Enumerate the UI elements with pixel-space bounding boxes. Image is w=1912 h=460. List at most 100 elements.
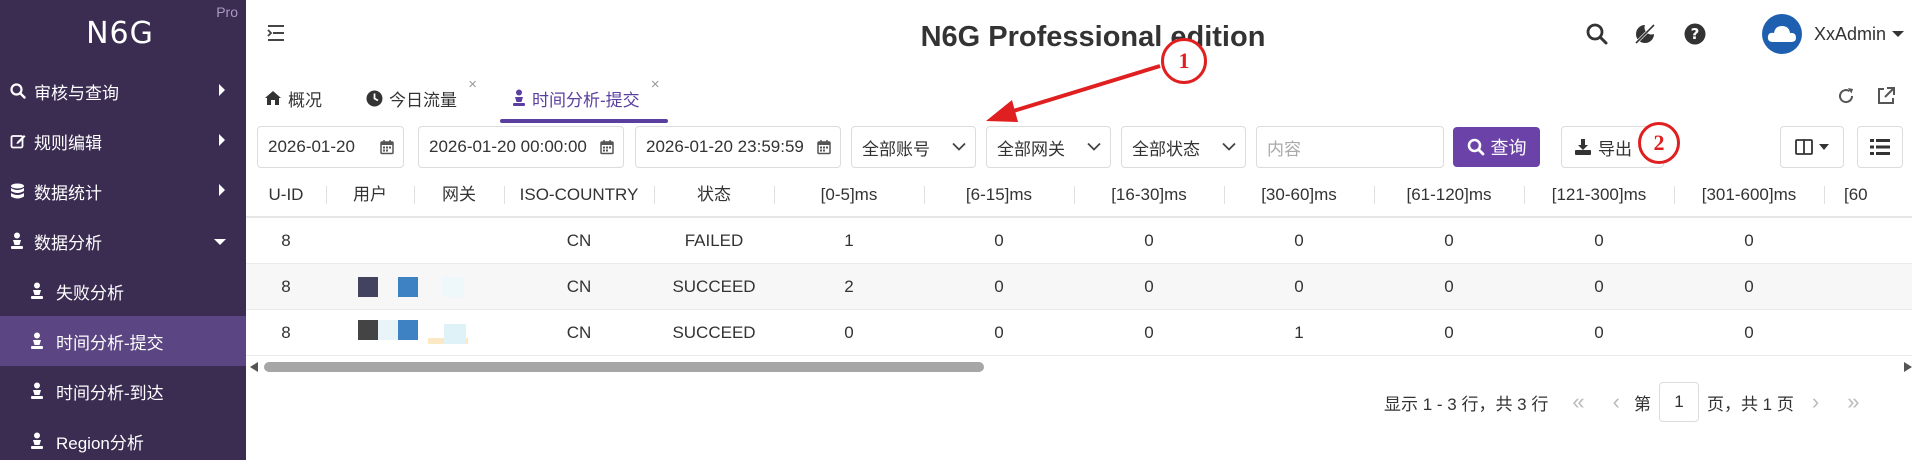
gateway-select[interactable]: 全部网关 [986, 126, 1111, 168]
column-header[interactable]: [16-30]ms [1074, 172, 1224, 218]
end-time-picker[interactable]: 2026-01-20 23:59:59 [635, 126, 841, 168]
cell-bucket: 0 [994, 323, 1004, 342]
column-header[interactable]: 用户 [326, 172, 414, 218]
column-header[interactable]: [121-300]ms [1524, 172, 1674, 218]
columns-toggle-button[interactable] [1780, 126, 1844, 168]
caret-down-icon [1819, 144, 1829, 150]
caret-right-icon [218, 131, 226, 151]
scroll-thumb[interactable] [264, 362, 984, 372]
search-icon [1467, 138, 1485, 156]
page-number-input[interactable]: 1 [1658, 382, 1699, 422]
caret-right-icon [218, 181, 226, 201]
download-icon [1574, 138, 1592, 156]
cell-gateway [414, 310, 504, 356]
cell-bucket: 0 [1144, 277, 1154, 296]
redacted-block [358, 320, 378, 340]
account-select[interactable]: 全部账号 [851, 126, 976, 168]
tab-overview[interactable]: 概况 [264, 74, 322, 122]
column-header[interactable]: 网关 [414, 172, 504, 218]
last-page-icon[interactable]: » [1847, 389, 1859, 415]
user-analysis-icon [30, 382, 56, 400]
horizontal-scrollbar[interactable] [246, 361, 1912, 373]
column-header[interactable]: [0-5]ms [774, 172, 924, 218]
sidebar-subitem-time-analysis-arrive[interactable]: 时间分析-到达 [0, 366, 246, 416]
open-external-icon[interactable] [1876, 86, 1896, 111]
sidebar-subitem-region-analysis[interactable]: Region分析 [0, 416, 246, 460]
column-header[interactable]: ISO-COUNTRY [504, 172, 654, 218]
annotation-marker-1: 1 [1161, 38, 1207, 84]
tab-label: 时间分析-提交 [532, 90, 640, 110]
start-time-picker[interactable]: 2026-01-20 00:00:00 [418, 126, 624, 168]
page-title-text: N6G Professional edition [920, 21, 1266, 53]
column-header[interactable]: [30-60]ms [1224, 172, 1374, 218]
sidebar-item-label: 数据分析 [34, 233, 102, 253]
first-page-icon[interactable]: « [1572, 389, 1584, 415]
sidebar-subitem-time-analysis-submit[interactable]: 时间分析-提交 [0, 316, 246, 366]
list-view-button[interactable] [1857, 126, 1903, 168]
cell-bucket: 0 [1744, 277, 1754, 296]
sidebar-item-label: 规则编辑 [34, 133, 102, 153]
cell-bucket: 0 [1594, 231, 1604, 250]
table-row[interactable]: 8 CN FAILED 1 0 0 0 0 0 0 [246, 218, 1912, 264]
cell-bucket: 0 [844, 323, 854, 342]
table-row[interactable]: 8 CN SUCCEED 0 0 0 1 0 0 0 [246, 310, 1912, 356]
gateway-value: 全部网关 [997, 139, 1065, 159]
close-tab-icon[interactable]: × [651, 76, 660, 93]
sidebar-item-data-analysis[interactable]: 数据分析 [0, 216, 246, 266]
sidebar-item-audit-query[interactable]: 审核与查询 [0, 66, 246, 116]
tab-time-analysis-submit[interactable]: 时间分析-提交 × [512, 74, 660, 122]
cell-bucket: 0 [1294, 277, 1304, 296]
sidebar-item-label: 审核与查询 [34, 83, 119, 103]
cell-user [326, 264, 418, 310]
cell-bucket: 0 [1594, 277, 1604, 296]
table-header: U-ID 用户 网关 ISO-COUNTRY 状态 [0-5]ms [6-15]… [246, 172, 1912, 218]
calendar-icon [600, 140, 614, 155]
tab-today-traffic[interactable]: 今日流量 × [366, 74, 477, 122]
scroll-right-icon[interactable] [1904, 362, 1912, 372]
redacted-block [442, 277, 464, 297]
user-analysis-icon [30, 282, 56, 300]
top-header: N6G Professional edition ? XxAdmin [246, 0, 1912, 70]
date-picker[interactable]: 2026-01-20 [257, 126, 404, 168]
column-header[interactable]: [60 [1824, 172, 1912, 218]
status-select[interactable]: 全部状态 [1121, 126, 1246, 168]
tab-label: 概况 [288, 90, 322, 110]
content-search-input[interactable]: 内容 [1256, 126, 1444, 168]
scroll-left-icon[interactable] [250, 362, 258, 372]
cell-uid: 8 [281, 323, 291, 342]
start-time-value: 2026-01-20 00:00:00 [429, 137, 587, 156]
cell-status: FAILED [684, 231, 744, 250]
refresh-icon[interactable] [1836, 86, 1856, 111]
column-header[interactable]: [61-120]ms [1374, 172, 1524, 218]
next-page-icon[interactable]: › [1812, 389, 1819, 415]
cell-bucket: 1 [1294, 323, 1304, 342]
column-header[interactable]: 状态 [654, 172, 774, 218]
clock-icon [366, 90, 383, 107]
chevron-down-icon [1222, 142, 1236, 152]
sidebar-subitem-label: 失败分析 [56, 283, 124, 303]
column-header[interactable]: [301-600]ms [1674, 172, 1824, 218]
search-icon [10, 83, 32, 99]
column-header[interactable]: [6-15]ms [924, 172, 1074, 218]
app-logo[interactable]: N6G [86, 16, 154, 51]
user-analysis-icon [10, 232, 32, 250]
cell-bucket: 1 [844, 231, 854, 250]
sidebar-item-data-statistics[interactable]: 数据统计 [0, 166, 246, 216]
cell-bucket: 0 [1144, 231, 1154, 250]
caret-down-icon [1892, 30, 1905, 38]
data-table: U-ID 用户 网关 ISO-COUNTRY 状态 [0-5]ms [6-15]… [246, 172, 1912, 362]
table-row[interactable]: 8 CN SUCCEED 2 0 0 0 0 0 0 [246, 264, 1912, 310]
cell-bucket: 0 [1744, 231, 1754, 250]
theme-toggle-icon[interactable] [1632, 21, 1658, 47]
sidebar-item-label: 数据统计 [34, 183, 102, 203]
column-header[interactable]: U-ID [246, 172, 326, 218]
sidebar-subitem-failure-analysis[interactable]: 失败分析 [0, 266, 246, 316]
help-icon[interactable]: ? [1682, 21, 1708, 47]
close-tab-icon[interactable]: × [468, 76, 477, 93]
user-menu[interactable]: XxAdmin [1762, 14, 1905, 54]
query-button[interactable]: 查询 [1453, 127, 1540, 167]
prev-page-icon[interactable]: ‹ [1613, 389, 1620, 415]
search-icon[interactable] [1584, 21, 1610, 47]
redacted-block [358, 277, 378, 297]
sidebar-item-rule-edit[interactable]: 规则编辑 [0, 116, 246, 166]
